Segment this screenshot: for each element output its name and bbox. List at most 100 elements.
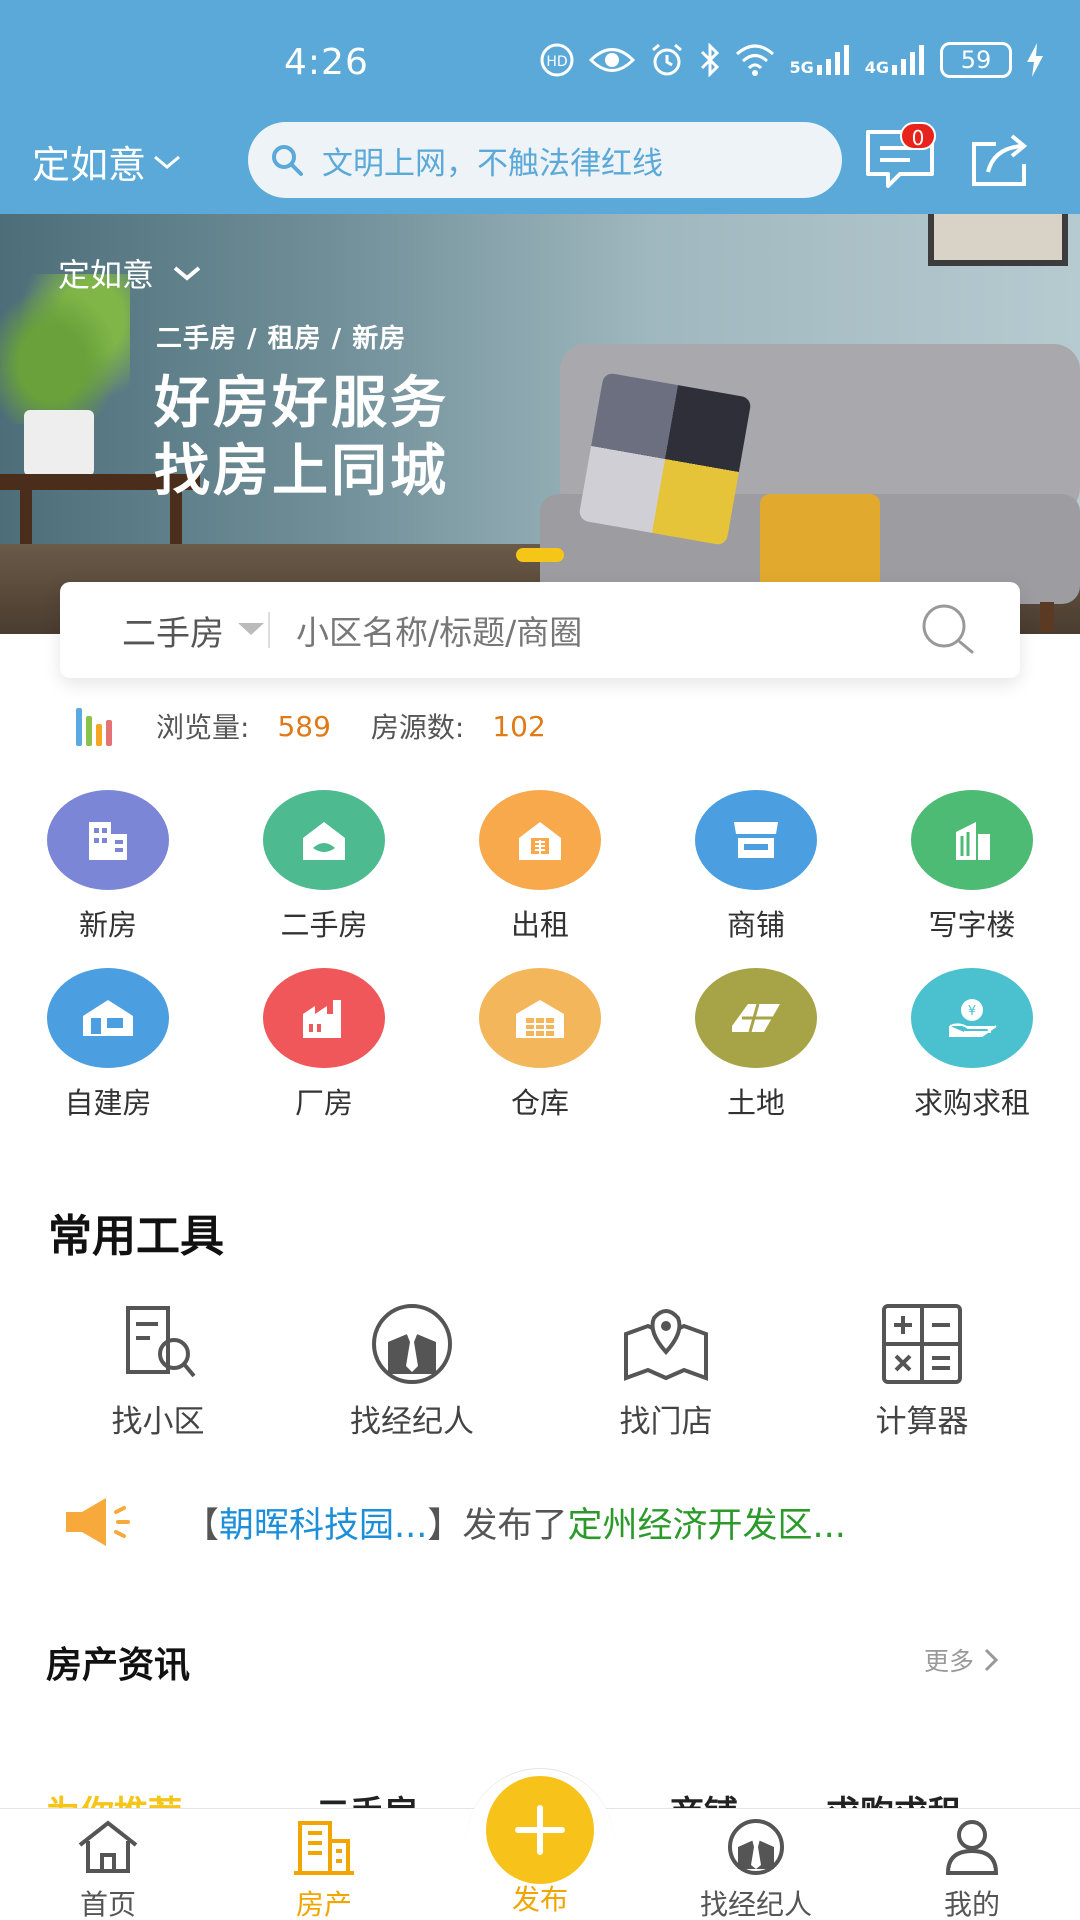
category-shop[interactable]: 商铺 [648,790,864,960]
nav-label: 我的 [943,1888,1000,1920]
self-built-house-icon [47,968,169,1068]
house-search-input[interactable]: 小区名称/标题/商圈 [296,606,916,654]
factory-icon [263,968,385,1068]
tab-recommend[interactable]: 为你推荐 [46,1790,182,1808]
property-icon [294,1821,354,1875]
category-label: 写字楼 [928,908,1016,942]
more-label: 更多 [924,1647,975,1676]
category-second-hand[interactable]: 二手房 [216,790,432,960]
find-community-icon [126,1306,196,1378]
tool-find-agent[interactable]: 找经纪人 [304,1302,520,1441]
city-selector[interactable]: 定如意 [32,134,182,189]
agent-icon [372,1304,452,1384]
city-name: 定如意 [32,143,147,187]
calculator-icon [882,1304,962,1384]
notice-action: 发布了 [462,1505,568,1546]
category-label: 新房 [78,908,137,942]
plus-icon [515,1805,565,1855]
house-type-label: 二手房 [122,613,224,654]
network-label: 4G [864,58,889,77]
category-land[interactable]: 土地 [648,968,864,1138]
category-wanted[interactable]: ¥ 求购求租 [864,968,1080,1138]
news-more-link[interactable]: 更多 [924,1642,999,1678]
nav-home[interactable]: 首页 [0,1817,216,1920]
battery-icon: 59 [940,42,1012,78]
house-handshake-icon [263,790,385,890]
money-hand-icon: ¥ [911,968,1033,1068]
caret-down-icon [238,623,264,635]
tool-find-store[interactable]: 找门店 [558,1302,774,1441]
warehouse-icon [479,968,601,1068]
map-pin-icon [624,1309,708,1381]
publish-button[interactable] [486,1776,594,1884]
tool-find-community[interactable]: 找小区 [50,1302,266,1441]
hd-icon: HD [539,42,575,78]
chevron-right-icon [984,1648,999,1672]
pillow-image [578,372,752,546]
carousel-indicator[interactable] [516,548,564,562]
nav-property[interactable]: 房产 [216,1817,432,1920]
tool-calculator[interactable]: 计算器 [814,1302,1030,1441]
status-time: 4:26 [284,42,369,83]
banner-city-name: 定如意 [58,256,155,294]
category-warehouse[interactable]: 仓库 [432,968,648,1138]
wifi-icon [735,42,775,78]
notice-source[interactable]: 朝晖科技园... [219,1497,427,1548]
category-label: 商铺 [726,908,785,942]
tab-wanted[interactable]: 求购求租 [826,1790,962,1808]
tools-section-title: 常用工具 [48,1211,224,1262]
signal-4g-icon: 4G [865,42,926,78]
chevron-down-icon [154,155,180,169]
building-icon [47,790,169,890]
shop-icon [695,790,817,890]
nav-mine[interactable]: 我的 [864,1817,1080,1920]
tool-label: 找小区 [111,1404,205,1440]
house-type-dropdown[interactable]: 二手房 [60,606,268,655]
status-icons: HD 5G 4G 59 [539,42,1044,78]
notice-bracket: 【 [184,1505,220,1546]
nav-find-agent[interactable]: 找经纪人 [648,1817,864,1920]
status-bar: 4:26 HD 5G 4G 59 [0,36,1080,92]
message-badge: 0 [900,122,936,150]
notice-target[interactable]: 定州经济开发区... [567,1497,845,1548]
views-count: 589 [277,709,331,743]
banner-city-selector[interactable]: 定如意 [58,250,202,296]
tab-second-hand[interactable]: 二手房 [316,1790,418,1808]
listings-count: 102 [492,709,546,743]
listings-label: 房源数: [370,711,465,744]
divider [268,612,270,648]
category-self-built[interactable]: 自建房 [0,968,216,1138]
category-rent[interactable]: 出租 [432,790,648,960]
category-new-house[interactable]: 新房 [0,790,216,960]
eye-icon [589,42,636,78]
banner-tags: 二手房 / 租房 / 新房 [156,324,407,354]
search-input[interactable]: 文明上网，不触法律红线 [248,122,842,198]
top-header: 4:26 HD 5G 4G 59 定如意 文明上网，不触法律红线 0 [0,0,1080,214]
search-icon[interactable] [916,598,980,662]
alarm-icon [649,42,685,78]
svg-text:¥: ¥ [968,1004,976,1019]
stats-row: 浏览量: 589 房源数: 102 [76,704,586,748]
views-label: 浏览量: [156,711,250,744]
share-icon[interactable] [968,130,1032,190]
plant-pot-image [24,410,94,476]
category-office[interactable]: 写字楼 [864,790,1080,960]
signal-5g-icon: 5G [789,42,850,78]
category-label: 出租 [510,908,569,942]
agent-icon [728,1819,784,1875]
tool-label: 找经纪人 [350,1404,474,1440]
user-icon [945,1820,999,1875]
promo-banner[interactable]: 定如意 二手房 / 租房 / 新房 好房好服务 找房上同城 [0,214,1080,634]
banner-subheadline: 找房上同城 [154,439,449,504]
announcement-ticker[interactable]: 【 朝晖科技园... 】 发布了 定州经济开发区... [62,1494,1022,1550]
category-factory[interactable]: 厂房 [216,968,432,1138]
publish-label: 发布 [511,1883,568,1916]
land-icon [695,968,817,1068]
tool-label: 计算器 [875,1404,969,1440]
sofa-leg [1040,602,1054,632]
house-search-bar[interactable]: 二手房 小区名称/标题/商圈 [60,582,1020,678]
svg-text:HD: HD [547,54,568,70]
charging-icon [1026,42,1044,78]
plant-image [0,274,130,424]
tab-shop[interactable]: 商铺 [670,1790,738,1808]
